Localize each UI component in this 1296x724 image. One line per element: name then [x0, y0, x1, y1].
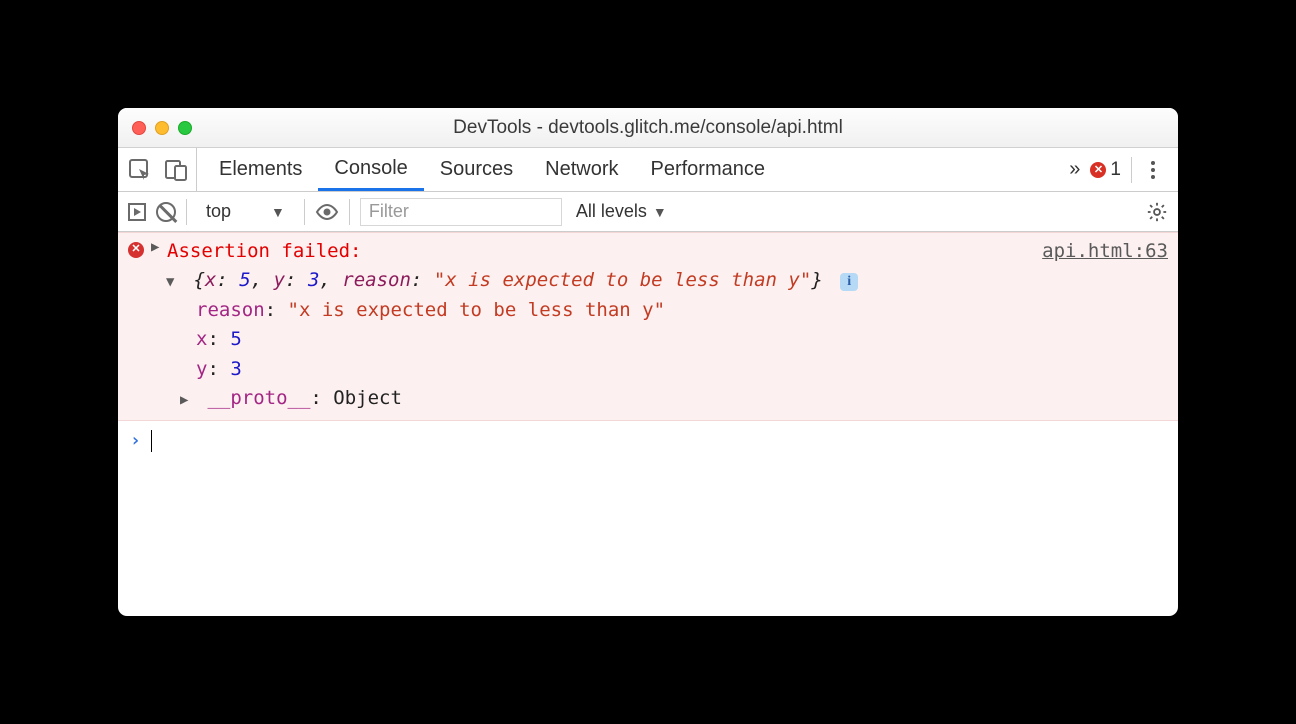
devtools-window: DevTools - devtools.glitch.me/console/ap…	[118, 108, 1178, 616]
separator	[186, 199, 187, 225]
close-window-button[interactable]	[132, 121, 146, 135]
proto-row[interactable]: ▶ __proto__: Object	[128, 384, 1168, 413]
prop-y[interactable]: y: 3	[196, 355, 1168, 384]
error-icon: ✕	[1090, 162, 1106, 178]
filter-input[interactable]: Filter	[360, 198, 562, 226]
separator	[304, 199, 305, 225]
expand-toggle-icon[interactable]: ▶	[180, 390, 194, 412]
separator	[1131, 157, 1132, 183]
inspect-element-icon[interactable]	[128, 158, 152, 182]
expand-toggle-icon[interactable]: ▶	[151, 237, 165, 259]
settings-menu-button[interactable]	[1142, 161, 1164, 179]
chevron-down-icon: ▼	[653, 204, 667, 220]
text-cursor	[151, 430, 153, 452]
prompt-caret-icon: ›	[130, 427, 141, 455]
minimize-window-button[interactable]	[155, 121, 169, 135]
clear-console-icon[interactable]	[156, 202, 176, 222]
error-count: 1	[1110, 159, 1121, 181]
console-prompt[interactable]: ›	[118, 421, 1178, 461]
window-titlebar: DevTools - devtools.glitch.me/console/ap…	[118, 108, 1178, 148]
traffic-lights	[132, 121, 192, 135]
console-sidebar-toggle-icon[interactable]	[128, 203, 146, 221]
separator	[349, 199, 350, 225]
live-expression-icon[interactable]	[315, 200, 339, 224]
prop-x[interactable]: x: 5	[196, 325, 1168, 354]
console-filter-bar: top ▼ Filter All levels ▼	[118, 192, 1178, 232]
console-error-message[interactable]: ✕ ▶ Assertion failed: api.html:63 ▼ {x: …	[118, 232, 1178, 421]
more-tabs-button[interactable]: »	[1069, 158, 1080, 181]
context-label: top	[206, 201, 231, 222]
levels-label: All levels	[576, 201, 647, 222]
window-title: DevTools - devtools.glitch.me/console/ap…	[130, 117, 1166, 139]
tab-elements[interactable]: Elements	[203, 148, 318, 191]
collapse-toggle-icon[interactable]: ▼	[166, 272, 180, 294]
source-link[interactable]: api.html:63	[1042, 237, 1168, 266]
execution-context-select[interactable]: top ▼	[197, 198, 294, 225]
object-properties: reason: "x is expected to be less than y…	[128, 296, 1168, 384]
error-icon: ✕	[128, 242, 144, 258]
tab-network[interactable]: Network	[529, 148, 634, 191]
toggle-device-icon[interactable]	[164, 158, 188, 182]
tab-performance[interactable]: Performance	[635, 148, 782, 191]
filter-placeholder: Filter	[369, 201, 409, 222]
assertion-header: Assertion failed:	[167, 237, 361, 266]
console-settings-icon[interactable]	[1146, 201, 1168, 223]
log-levels-select[interactable]: All levels ▼	[576, 201, 667, 222]
prop-reason[interactable]: reason: "x is expected to be less than y…	[196, 296, 1168, 325]
main-toolbar: Elements Console Sources Network Perform…	[118, 148, 1178, 192]
console-output: ✕ ▶ Assertion failed: api.html:63 ▼ {x: …	[118, 232, 1178, 616]
error-count-badge[interactable]: ✕ 1	[1090, 159, 1121, 181]
info-icon[interactable]: i	[840, 273, 858, 291]
panel-tabs: Elements Console Sources Network Perform…	[197, 148, 781, 191]
tab-console[interactable]: Console	[318, 148, 423, 191]
object-preview[interactable]: ▼ {x: 5, y: 3, reason: "x is expected to…	[128, 266, 1168, 295]
maximize-window-button[interactable]	[178, 121, 192, 135]
chevron-down-icon: ▼	[271, 204, 285, 220]
tab-sources[interactable]: Sources	[424, 148, 529, 191]
